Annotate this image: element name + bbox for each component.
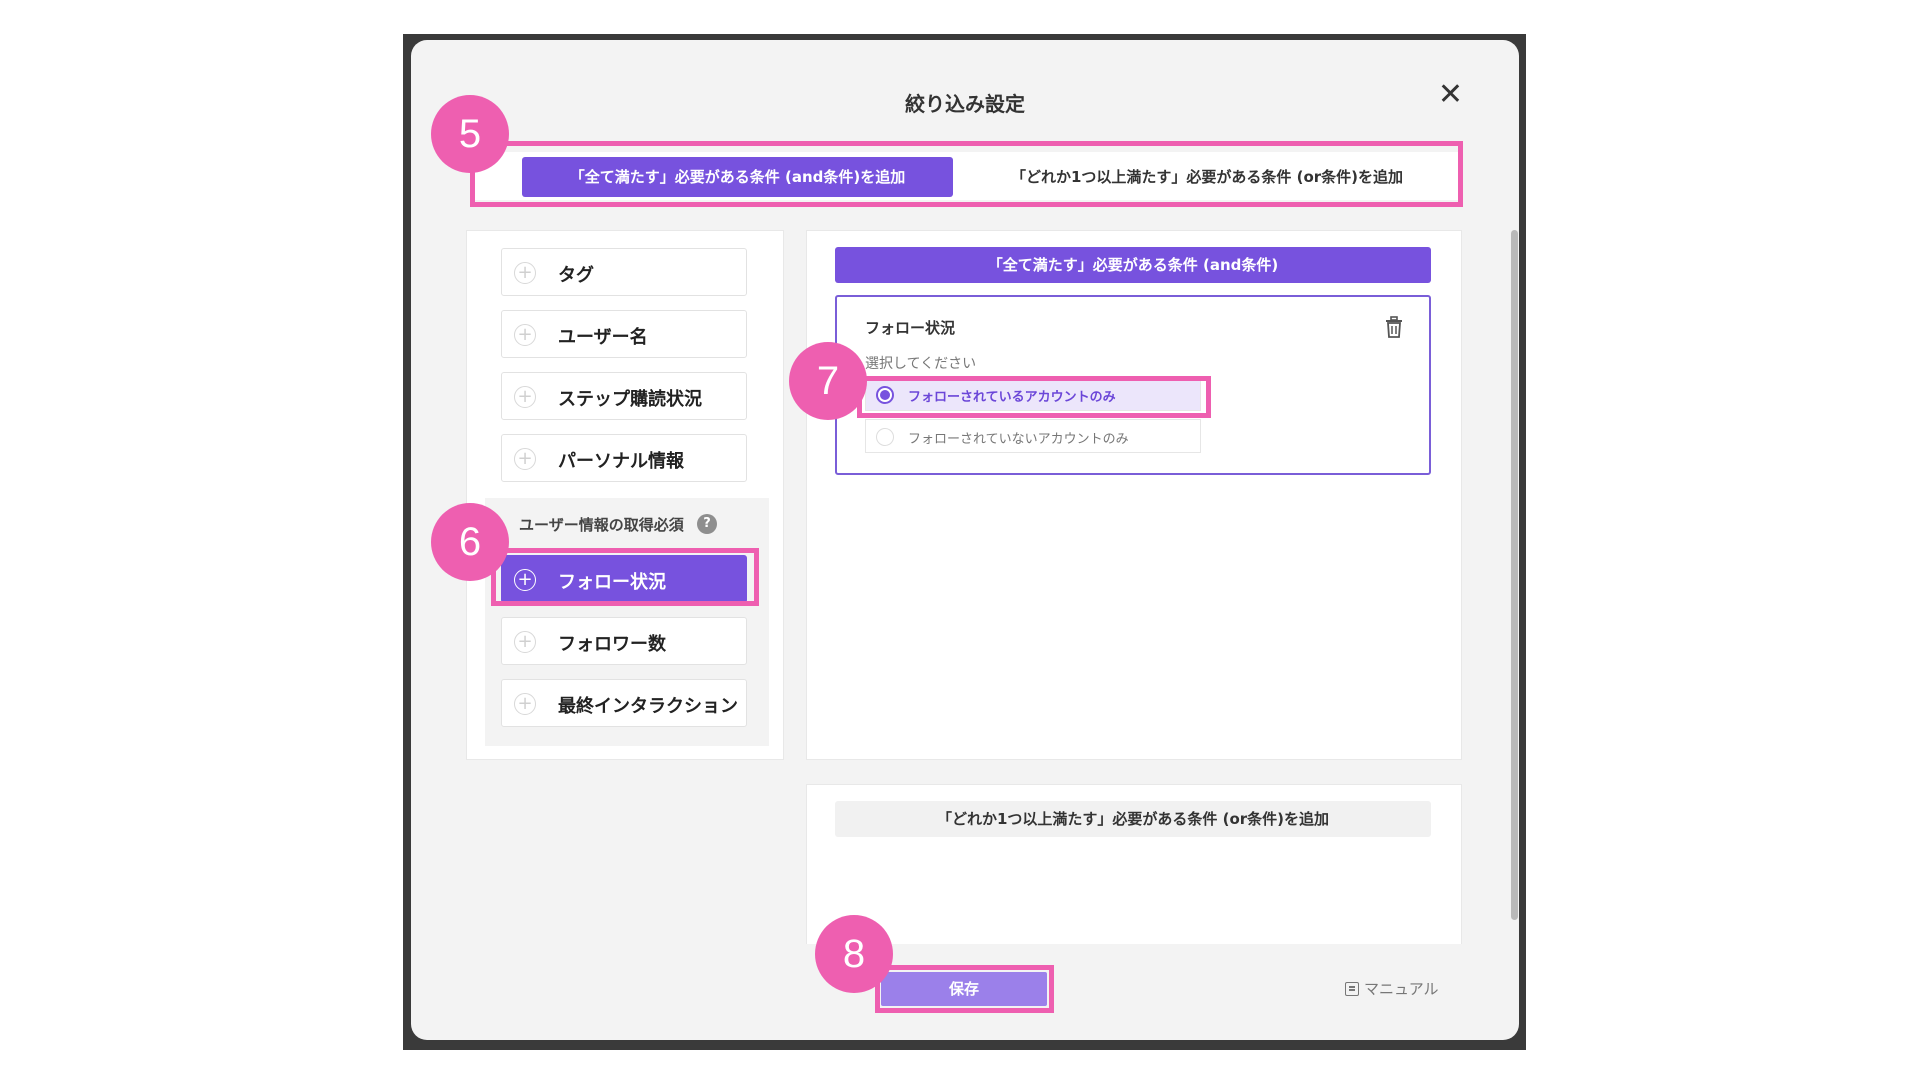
trash-icon[interactable]	[1383, 315, 1405, 339]
plus-circle-icon: +	[514, 631, 536, 653]
step-badge-5: 5	[431, 95, 509, 173]
condition-title: フォロー状況	[865, 319, 956, 337]
plus-circle-icon: +	[514, 386, 536, 408]
plus-circle-icon: +	[514, 262, 536, 284]
category-item-step-subscription[interactable]: + ステップ購読状況	[501, 372, 747, 420]
dialog-title: 絞り込み設定	[905, 92, 1025, 116]
condition-card: フォロー状況 選択してください フォローされているアカウントのみ フォローされて…	[835, 295, 1431, 475]
add-or-condition-button[interactable]: 「どれか1つ以上満たす」必要がある条件 (or条件)を追加	[835, 801, 1431, 837]
tab-add-or-condition[interactable]: 「どれか1つ以上満たす」必要がある条件 (or条件)を追加	[974, 157, 1440, 197]
and-conditions-header: 「全て満たす」必要がある条件 (and条件)	[835, 247, 1431, 283]
or-conditions-panel: 「どれか1つ以上満たす」必要がある条件 (or条件)を追加	[806, 784, 1462, 944]
category-item-label: パーソナル情報	[558, 451, 684, 472]
step-badge-6: 6	[431, 503, 509, 581]
radio-icon[interactable]	[876, 428, 894, 446]
radio-icon[interactable]	[876, 386, 894, 404]
category-item-username[interactable]: + ユーザー名	[501, 310, 747, 358]
plus-circle-icon: +	[514, 324, 536, 346]
option-not-followed-only[interactable]: フォローされていないアカウントのみ	[865, 419, 1201, 453]
help-icon[interactable]: ?	[697, 514, 717, 534]
plus-circle-icon: +	[514, 448, 536, 470]
plus-circle-icon: +	[514, 569, 536, 591]
option-label: フォローされていないアカウントのみ	[908, 432, 1129, 447]
condition-category-list: + タグ + ユーザー名 + ステップ購読状況 + パーソナル情報 ユーザー情報…	[466, 230, 784, 760]
step-badge-8: 8	[815, 915, 893, 993]
category-item-label: 最終インタラクション	[558, 696, 738, 717]
category-item-tag[interactable]: + タグ	[501, 248, 747, 296]
close-icon[interactable]: ✕	[1438, 80, 1463, 110]
save-button[interactable]: 保存	[881, 972, 1047, 1006]
category-item-personal-info[interactable]: + パーソナル情報	[501, 434, 747, 482]
category-item-label: タグ	[558, 265, 594, 286]
manual-label: マニュアル	[1364, 980, 1439, 998]
manual-link[interactable]: マニュアル	[1345, 978, 1439, 999]
scrollbar[interactable]	[1511, 230, 1518, 920]
condition-type-tabs: 「全て満たす」必要がある条件 (and条件)を追加 「どれか1つ以上満たす」必要…	[474, 152, 1458, 200]
category-item-label: ユーザー名	[558, 327, 648, 348]
book-icon	[1345, 982, 1359, 996]
group-heading: ユーザー情報の取得必須	[519, 516, 684, 534]
plus-circle-icon: +	[514, 693, 536, 715]
category-item-last-interaction[interactable]: + 最終インタラクション	[501, 679, 747, 727]
category-item-follower-count[interactable]: + フォロワー数	[501, 617, 747, 665]
tab-add-and-condition[interactable]: 「全て満たす」必要がある条件 (and条件)を追加	[522, 157, 953, 197]
category-item-label: フォロー状況	[558, 572, 666, 593]
step-badge-7: 7	[789, 342, 867, 420]
category-item-label: フォロワー数	[558, 634, 666, 655]
condition-prompt: 選択してください	[865, 356, 977, 372]
and-conditions-panel: 「全て満たす」必要がある条件 (and条件) フォロー状況 選択してください フ…	[806, 230, 1462, 760]
category-item-label: ステップ購読状況	[558, 389, 702, 410]
option-followed-only[interactable]: フォローされているアカウントのみ	[865, 377, 1201, 411]
category-item-follow-status[interactable]: + フォロー状況	[501, 555, 747, 603]
option-label: フォローされているアカウントのみ	[908, 390, 1116, 405]
